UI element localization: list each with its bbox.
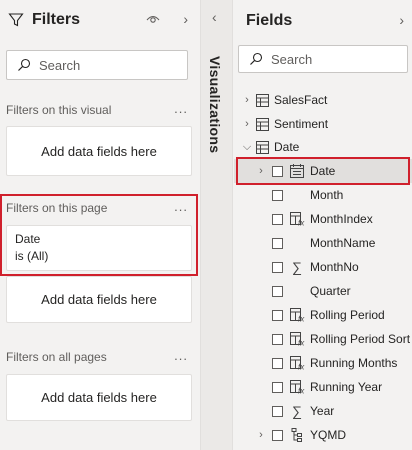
visualizations-label[interactable]: Visualizations <box>207 56 223 153</box>
field-label: MonthIndex <box>310 212 373 226</box>
field-label: MonthName <box>310 236 376 250</box>
table-label: Date <box>274 140 300 154</box>
field-checkbox[interactable] <box>272 405 283 417</box>
field-label: Running Months <box>310 356 398 370</box>
filters-search-box[interactable] <box>6 50 188 80</box>
page-more-options-icon[interactable]: ... <box>174 199 188 214</box>
field-checkbox[interactable] <box>272 357 283 369</box>
filters-search-input[interactable] <box>39 57 159 73</box>
svg-text:fx: fx <box>298 339 305 347</box>
calc-column-icon: fx <box>289 211 305 227</box>
chevron-right-icon[interactable]: › <box>242 118 252 130</box>
eye-icon[interactable] <box>146 13 160 25</box>
chevron-down-icon[interactable]: ⌵ <box>242 141 252 154</box>
svg-text:fx: fx <box>298 387 305 395</box>
page-add-fields-well[interactable]: Add data fields here <box>6 276 192 323</box>
field-monthno[interactable]: ∑ MonthNo <box>234 255 412 279</box>
field-checkbox[interactable] <box>272 309 283 321</box>
date-filter-name: Date <box>15 232 41 246</box>
fields-search-input[interactable] <box>271 51 391 67</box>
field-checkbox[interactable] <box>272 285 283 297</box>
svg-text:fx: fx <box>298 315 305 323</box>
field-label: Running Year <box>310 380 383 394</box>
fields-search-box[interactable] <box>238 45 408 73</box>
fields-pane: Fields › › SalesFact › Sentiment ⌵ <box>234 0 412 450</box>
visualizations-collapsed-pane[interactable]: ‹ Visualizations <box>200 0 233 450</box>
calc-column-icon: fx <box>289 379 305 395</box>
filters-title: Filters <box>32 11 81 28</box>
field-quarter[interactable]: Quarter <box>234 279 412 303</box>
field-label: Year <box>310 404 335 418</box>
chevron-right-icon[interactable]: › <box>256 429 266 441</box>
calc-column-icon: fx <box>289 307 305 323</box>
search-icon <box>18 58 31 71</box>
field-label: Rolling Period <box>310 308 385 322</box>
table-salesfact[interactable]: › SalesFact <box>234 88 412 112</box>
field-checkbox[interactable] <box>272 213 283 225</box>
table-icon <box>254 139 270 155</box>
field-date[interactable]: › Date <box>234 159 412 183</box>
field-running-year[interactable]: fx Running Year <box>234 375 412 399</box>
table-label: Sentiment <box>274 117 329 131</box>
field-yqmd[interactable]: › YQMD <box>234 423 412 447</box>
field-running-months[interactable]: fx Running Months <box>234 351 412 375</box>
filters-pane: Filters › Filters on this visual ... Add… <box>0 0 200 450</box>
calc-column-icon: fx <box>289 355 305 371</box>
all-pages-add-fields-label: Add data fields here <box>41 390 157 405</box>
field-checkbox[interactable] <box>272 261 283 273</box>
collapse-fields-chevron-icon[interactable]: › <box>399 12 404 28</box>
date-filter-card[interactable]: Date is (All) <box>6 225 192 271</box>
field-checkbox[interactable] <box>272 237 283 249</box>
field-label: Date <box>310 164 336 178</box>
svg-text:fx: fx <box>298 363 305 371</box>
hierarchy-icon <box>289 427 305 443</box>
collapse-filters-chevron-icon[interactable]: › <box>183 11 188 27</box>
field-rolling-period[interactable]: fx Rolling Period <box>234 303 412 327</box>
field-year[interactable]: ∑ Year <box>234 399 412 423</box>
field-checkbox[interactable] <box>272 333 283 345</box>
table-label: SalesFact <box>274 93 328 107</box>
funnel-icon <box>8 13 24 27</box>
field-label: Quarter <box>310 284 351 298</box>
filters-on-page-title: Filters on this page <box>6 201 108 215</box>
field-checkbox[interactable] <box>272 381 283 393</box>
expand-visualizations-chevron-icon[interactable]: ‹ <box>212 9 217 25</box>
chevron-right-icon[interactable]: › <box>242 94 252 106</box>
sigma-icon: ∑ <box>292 259 302 275</box>
all-pages-more-options-icon[interactable]: ... <box>174 348 188 363</box>
field-label: Rolling Period Sort <box>310 332 411 346</box>
field-checkbox[interactable] <box>272 165 283 177</box>
sigma-icon: ∑ <box>292 403 302 419</box>
table-icon <box>254 92 270 108</box>
chevron-right-icon[interactable]: › <box>256 165 266 177</box>
date-filter-state: is (All) <box>15 249 49 263</box>
table-icon <box>254 116 270 132</box>
visual-add-fields-label: Add data fields here <box>41 143 157 159</box>
field-label: YQMD <box>310 428 346 442</box>
svg-text:fx: fx <box>298 219 305 227</box>
field-checkbox[interactable] <box>272 189 283 201</box>
filters-on-visual-title: Filters on this visual <box>6 103 112 117</box>
calendar-icon <box>289 163 305 179</box>
table-sentiment[interactable]: › Sentiment <box>234 112 412 136</box>
search-icon <box>250 52 263 65</box>
field-monthindex[interactable]: fx MonthIndex <box>234 207 412 231</box>
field-month[interactable]: Month <box>234 183 412 207</box>
field-label: MonthNo <box>310 260 359 274</box>
page-add-fields-label: Add data fields here <box>41 292 157 307</box>
field-rolling-period-sort[interactable]: fx Rolling Period Sort <box>234 327 412 351</box>
visual-add-fields-well[interactable]: Add data fields here <box>6 126 192 176</box>
filters-header: Filters › <box>8 9 194 31</box>
calc-column-icon: fx <box>289 331 305 347</box>
field-monthname[interactable]: MonthName <box>234 231 412 255</box>
field-checkbox[interactable] <box>272 429 283 441</box>
all-pages-add-fields-well[interactable]: Add data fields here <box>6 374 192 421</box>
fields-title: Fields <box>246 12 293 29</box>
visual-more-options-icon[interactable]: ... <box>174 101 188 116</box>
field-label: Month <box>310 188 344 202</box>
table-date[interactable]: ⌵ Date <box>234 135 412 159</box>
filters-on-all-pages-title: Filters on all pages <box>6 350 107 364</box>
